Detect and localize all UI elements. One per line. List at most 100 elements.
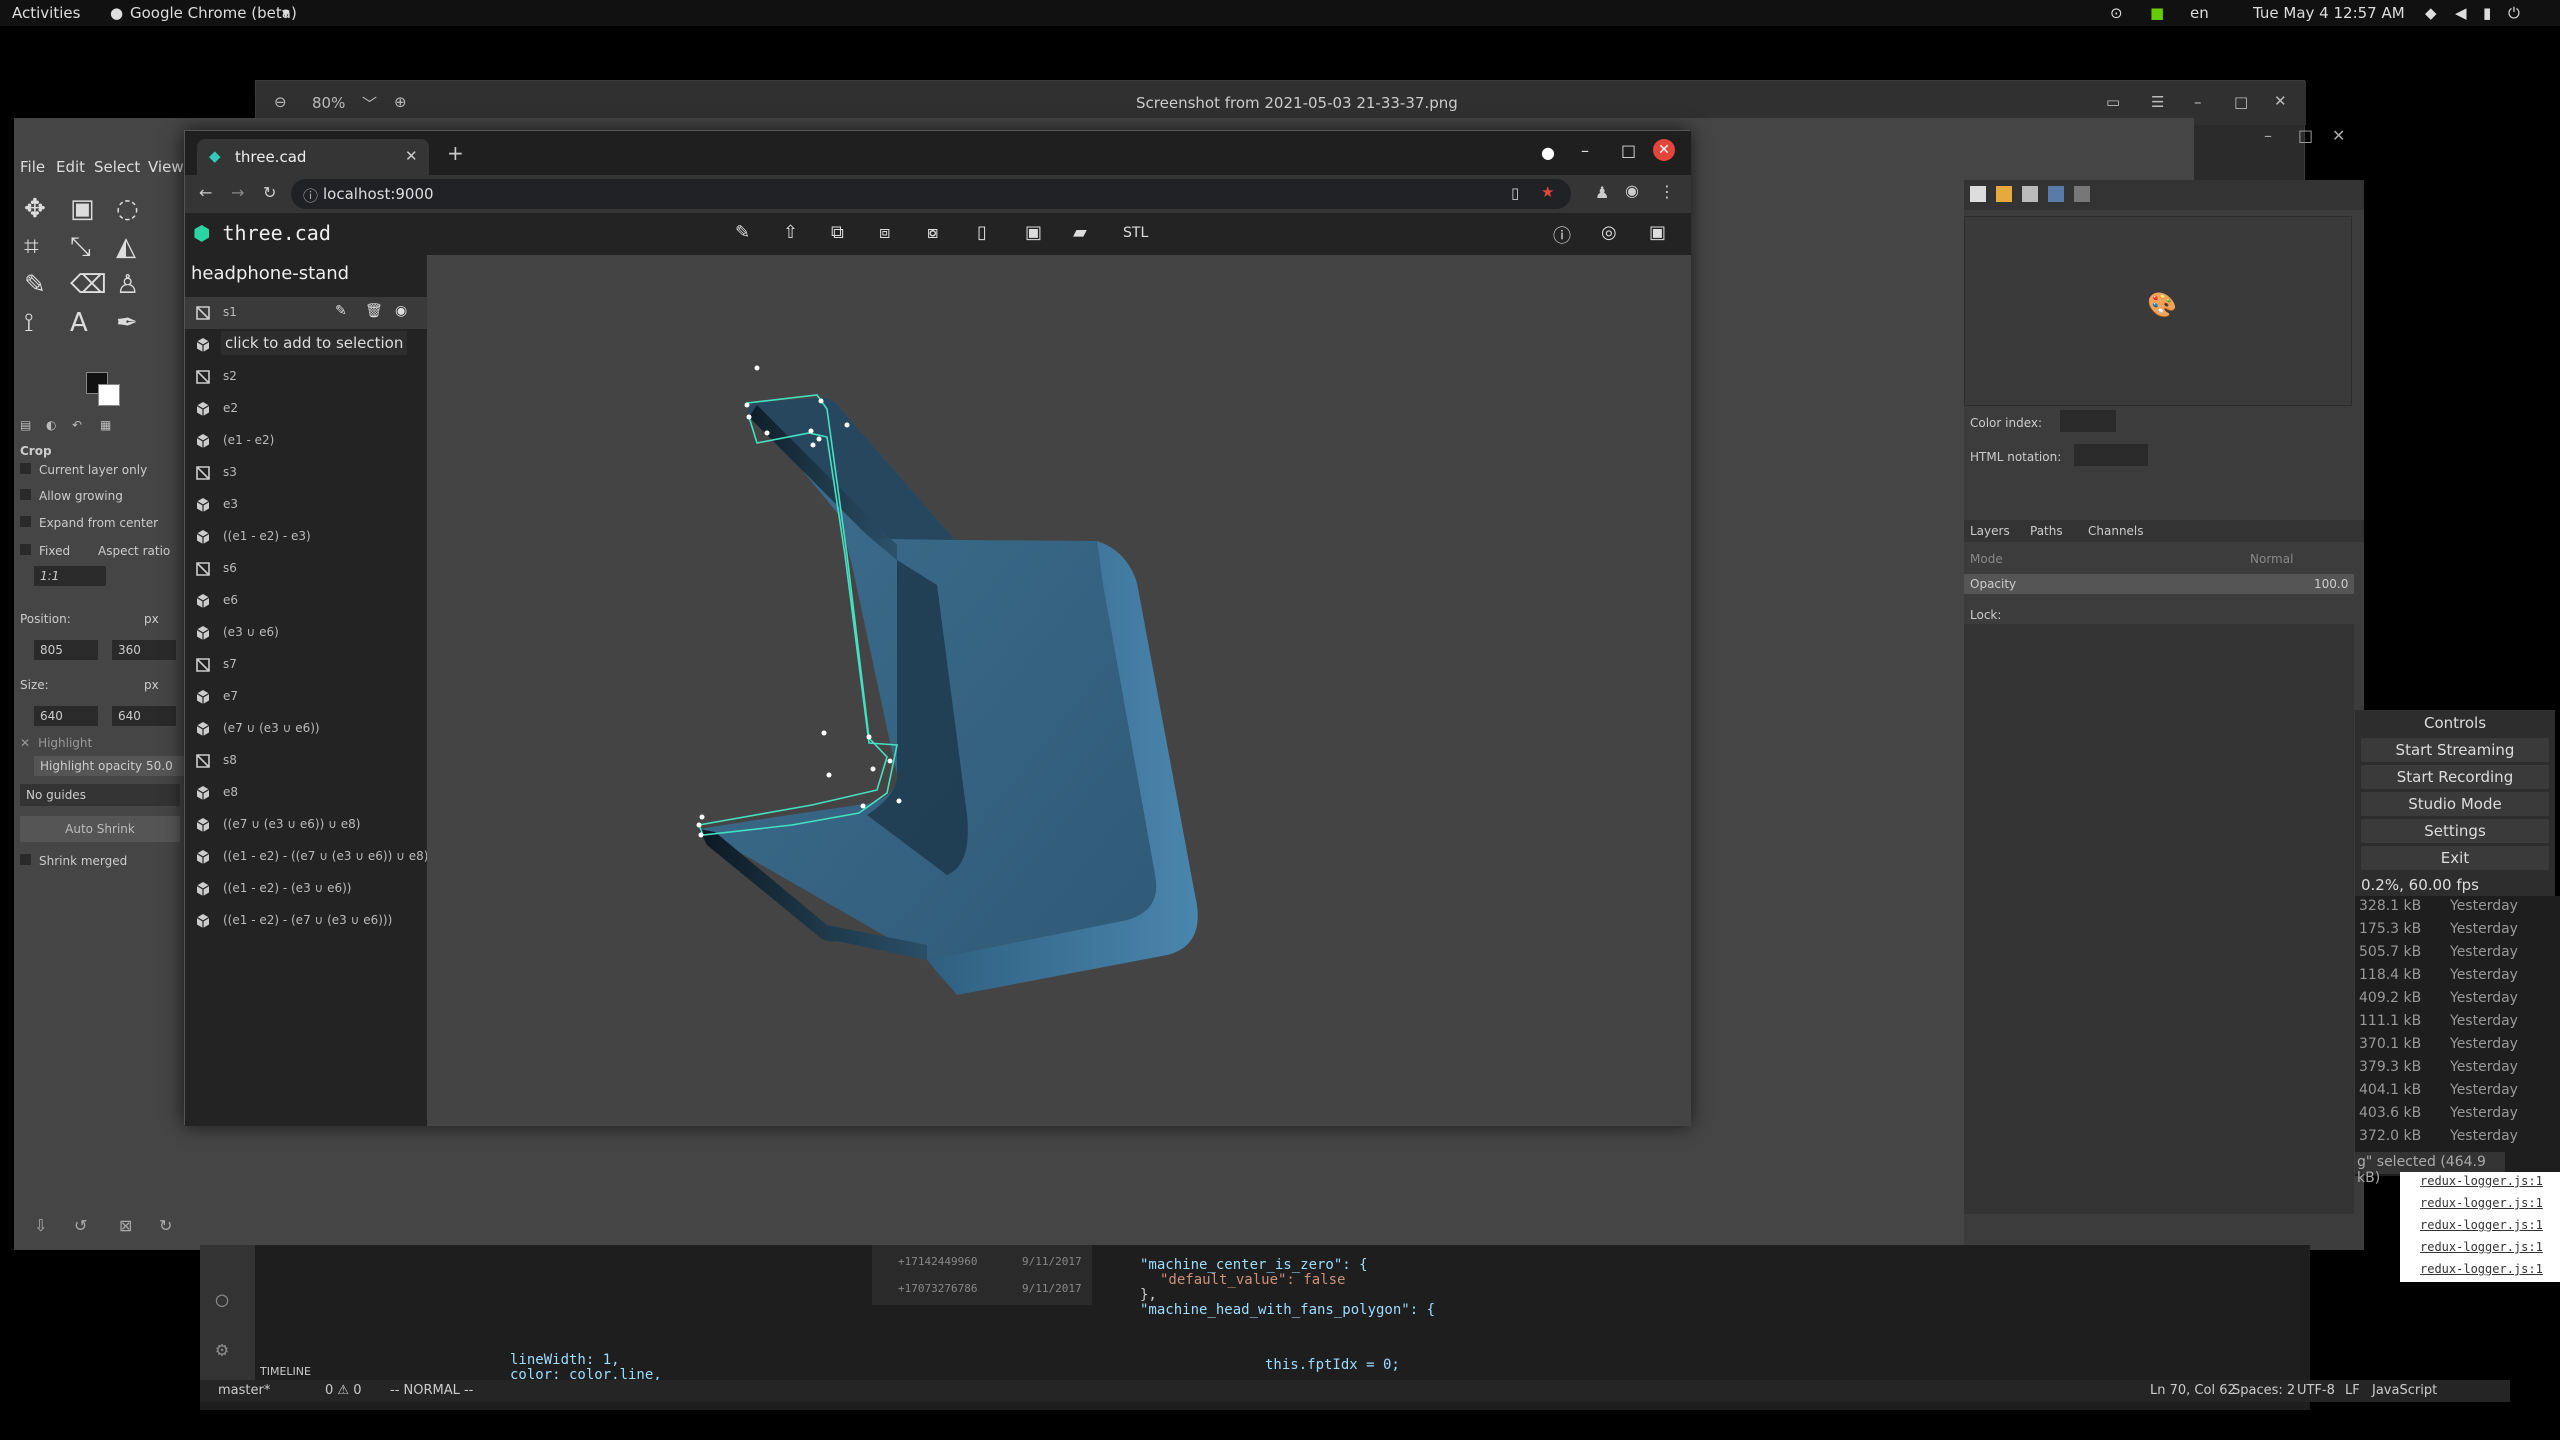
settings-button[interactable]: Settings [2361,819,2549,843]
maximize-icon[interactable]: □ [2298,126,2313,145]
maximize-icon[interactable]: □ [1621,141,1636,160]
new-file-icon[interactable]: ▯ [977,222,987,243]
tree-item-sketch[interactable]: s3 [185,457,427,489]
chevron-down-icon[interactable]: ﹀ [362,93,377,114]
console-link[interactable]: redux-logger.js:1 [2420,1174,2543,1188]
zoom-in-icon[interactable]: ⊕ [394,93,407,111]
maximize-icon[interactable]: □ [2234,93,2248,111]
tree-item-sketch[interactable]: s8 [185,745,427,777]
export-stl-button[interactable]: STL [1123,225,1148,241]
model-render[interactable] [427,255,1691,1126]
minimize-icon[interactable]: – [1581,141,1589,160]
tree-item-sketch[interactable]: s2 [185,361,427,393]
zoom-out-icon[interactable]: ⊖ [274,93,287,111]
text-tool-icon[interactable]: A [70,304,88,342]
position-unit[interactable]: px [144,612,159,626]
brand[interactable]: ⬢ three.cad [193,221,331,245]
app-menu[interactable]: Google Chrome (beta) [130,4,297,22]
close-tab-icon[interactable]: ✕ [405,147,418,165]
tab-channels[interactable]: Channels [2088,524,2144,538]
highlight-opacity-slider[interactable]: Highlight opacity 50.0 [34,756,184,776]
restore-options-icon[interactable]: ↺ [74,1216,87,1235]
images-tab-icon[interactable]: ▦ [100,418,111,432]
console-link[interactable]: redux-logger.js:1 [2420,1262,2543,1276]
address-bar[interactable]: ⓘ localhost:9000 ▯ ★ [291,179,1571,209]
tool-options-tab-icon[interactable]: ▤ [20,418,31,432]
delete-options-icon[interactable]: ⊠ [119,1216,132,1235]
tree-item-solid[interactable]: ((e1 - e2) - (e3 ∪ e6)) [185,873,427,905]
intersect-icon[interactable]: ⧇ [927,222,938,243]
timeline-section[interactable]: TIMELINE [260,1365,311,1378]
power-icon[interactable]: ⏻ [2508,4,2520,22]
minimize-icon[interactable]: – [2264,126,2272,145]
menu-file[interactable]: File [20,158,45,176]
position-x-input[interactable]: 805 [34,640,98,660]
fullscreen-icon[interactable]: ▭ [2106,93,2120,111]
tray-icon[interactable]: ⊙ [2110,4,2123,22]
profile-icon[interactable]: ◉ [1625,181,1639,200]
tree-item-solid[interactable]: e2 [185,393,427,425]
git-branch[interactable]: master* [218,1383,270,1398]
settings-gear-icon[interactable]: ⚙ [216,1337,228,1361]
console-link[interactable]: redux-logger.js:1 [2420,1218,2543,1232]
tree-item-solid[interactable]: e8 [185,777,427,809]
save-options-icon[interactable]: ⇩ [34,1216,47,1235]
tree-item-sketch[interactable]: s7 [185,649,427,681]
menu-icon[interactable]: ☰ [2151,93,2164,111]
option-current-layer[interactable]: Current layer only [20,463,147,477]
language-mode[interactable]: JavaScript [2372,1383,2437,1398]
menu-select[interactable]: Select [94,158,140,176]
account-icon[interactable]: ◯ [216,1287,228,1311]
guides-select[interactable]: No guides [20,784,180,806]
tree-item-solid[interactable]: e6 [185,585,427,617]
aspect-select[interactable]: Aspect ratio [98,544,170,558]
subtract-icon[interactable]: ⧈ [879,222,890,243]
tree-item-solid[interactable]: ((e7 ∪ (e3 ∪ e6)) ∪ e8) [185,809,427,841]
studio-mode-button[interactable]: Studio Mode [2361,792,2549,816]
union-icon[interactable]: ⧉ [831,222,844,243]
menu-edit[interactable]: Edit [56,158,85,176]
eraser-icon[interactable]: ⌫ [70,266,107,304]
close-window-icon[interactable]: ✕ [1653,139,1675,161]
console-link[interactable]: redux-logger.js:1 [2420,1240,2543,1254]
new-sketch-icon[interactable]: ✎ [735,222,750,243]
tree-item-solid[interactable]: (e1 - e2) [185,425,427,457]
fonts-tab-icon[interactable] [2022,186,2038,202]
undo-history-tab-icon[interactable]: ↶ [72,418,82,432]
new-tab-icon[interactable]: + [447,141,464,165]
media-icon[interactable]: ● [1541,143,1555,162]
brush-icon[interactable]: ✎ [24,266,46,304]
wifi-icon[interactable]: ◆ [2425,4,2437,22]
fg-bg-tab-icon[interactable] [1970,186,1986,202]
ratio-input[interactable]: 1:1 [34,566,106,586]
visibility-eye-icon[interactable]: ◉ [395,303,407,319]
browser-tab[interactable]: ◆ three.cad ✕ [197,139,429,175]
tray-status-icon[interactable]: ■ [2150,4,2164,22]
forward-icon[interactable]: → [231,183,244,202]
option-fixed[interactable]: Fixed [20,544,70,558]
option-shrink-merged[interactable]: Shrink merged [20,854,127,868]
move-tool-icon[interactable]: ✥ [24,190,46,228]
tree-item-solid[interactable]: e3 [185,489,427,521]
reset-options-icon[interactable]: ↻ [159,1216,172,1235]
start-recording-button[interactable]: Start Recording [2361,765,2549,789]
activities-button[interactable]: Activities [12,4,80,22]
help-icon[interactable]: ⓘ [1553,222,1571,248]
tree-item-sketch[interactable]: s1 ✎ 🗑 ◉ [185,297,427,329]
patterns-tab-icon[interactable] [2074,186,2090,202]
linkedin-icon[interactable]: ▣ [1649,222,1666,243]
eol[interactable]: LF [2345,1383,2360,1398]
github-icon[interactable]: ◎ [1601,222,1617,243]
close-icon[interactable]: ✕ [2274,92,2287,110]
reload-icon[interactable]: ↻ [263,183,276,202]
size-w-input[interactable]: 640 [34,706,98,726]
encoding[interactable]: UTF-8 [2297,1383,2335,1398]
project-title[interactable]: headphone-stand [191,263,349,284]
mode-select[interactable]: Normal [2250,552,2293,566]
zoom-level[interactable]: 80% [312,94,345,112]
menu-view[interactable]: View [148,158,184,176]
html-notation-input[interactable] [2074,444,2148,466]
tree-item-solid[interactable]: (e3 ∪ e6) [185,617,427,649]
cursor-position[interactable]: Ln 70, Col 62 [2150,1383,2236,1398]
page-icon[interactable]: ▯ [1511,184,1519,202]
